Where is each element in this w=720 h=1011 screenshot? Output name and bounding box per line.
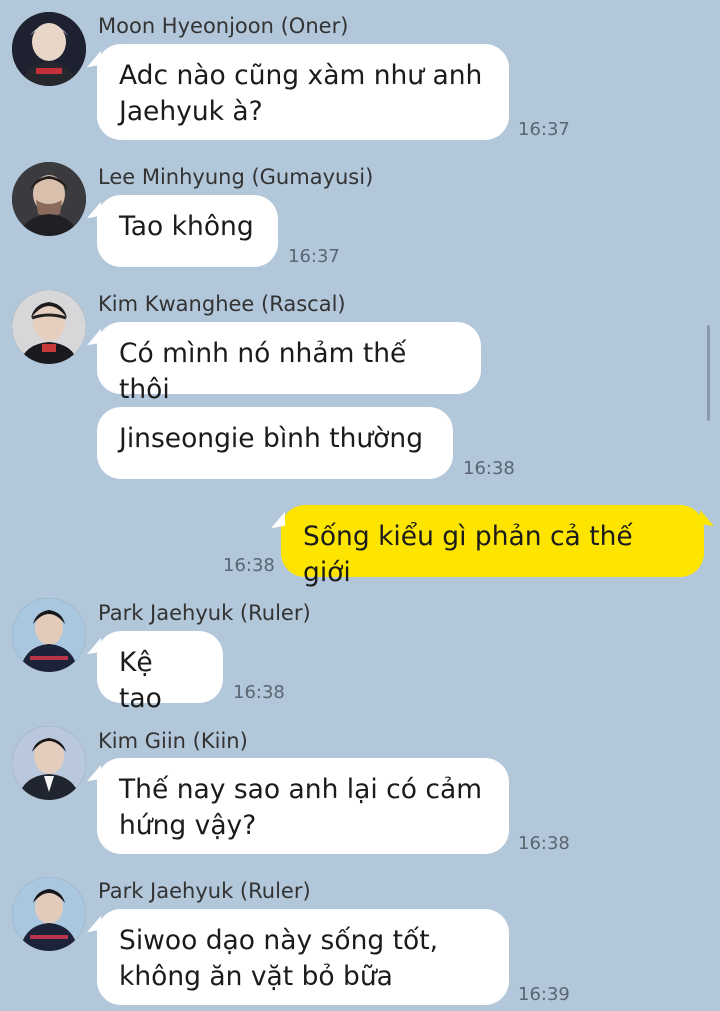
avatar[interactable] [12,598,86,672]
chat-message-list[interactable]: Moon Hyeonjoon (Oner) Adc nào cũng xàm n… [0,0,720,1011]
sender-name: Park Jaehyuk (Ruler) [98,601,311,625]
message-bubble[interactable]: Thế nay sao anh lại có cảm hứng vậy? [97,758,509,854]
sender-name: Moon Hyeonjoon (Oner) [98,14,349,38]
profile-photo-icon [12,877,86,951]
message-bubble[interactable]: Có mình nó nhảm thế thôi [97,322,481,405]
profile-photo-icon [12,726,86,800]
profile-photo-icon [12,162,86,236]
avatar[interactable] [12,877,86,951]
message-bubble[interactable]: Tao không [97,195,278,267]
message-time: 16:37 [518,119,570,140]
profile-photo-icon [12,598,86,672]
message-time: 16:37 [288,246,340,267]
message-bubble[interactable]: Kệ tao [97,631,223,714]
sender-name: Park Jaehyuk (Ruler) [98,879,311,903]
avatar[interactable] [12,290,86,364]
sender-name: Kim Giin (Kiin) [98,729,248,753]
message-bubble[interactable]: Siwoo dạo này sống tốt, không ăn vặt bỏ … [97,909,509,1005]
message-time: 16:38 [518,833,570,854]
avatar[interactable] [12,162,86,236]
scrollbar[interactable] [707,325,710,421]
sender-name: Lee Minhyung (Gumayusi) [98,165,374,189]
message-time: 16:38 [223,555,275,576]
message-time: 16:38 [463,458,515,479]
message-bubble[interactable]: Jinseongie bình thường [97,407,453,479]
my-message-bubble[interactable]: Sống kiểu gì phản cả thế giới [281,505,704,588]
avatar[interactable] [12,726,86,800]
profile-photo-icon [12,12,86,86]
message-time: 16:39 [518,984,570,1005]
message-bubble[interactable]: Adc nào cũng xàm như anh Jaehyuk à? [97,44,509,140]
message-time: 16:38 [233,682,285,703]
sender-name: Kim Kwanghee (Rascal) [98,292,346,316]
profile-photo-icon [12,290,86,364]
avatar[interactable] [12,12,86,86]
